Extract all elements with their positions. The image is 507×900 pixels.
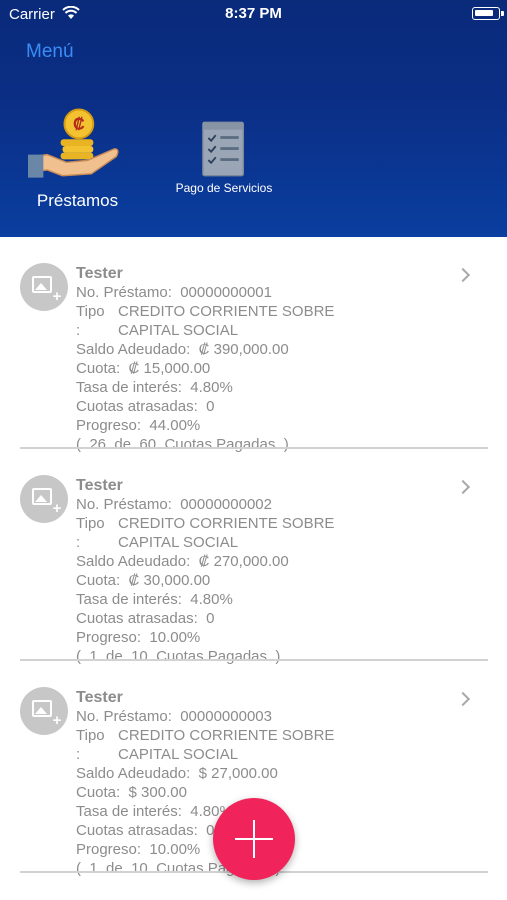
interest-value: 4.80% <box>190 379 233 396</box>
chevron-right-icon[interactable] <box>455 267 471 283</box>
balance-value: ₡ 390,000.00 <box>198 341 289 358</box>
progress-row: Progreso: 44.00% <box>76 416 456 435</box>
loan-number-row: No. Préstamo: 00000000003 <box>76 707 456 726</box>
loan-type-label: Tipo: <box>76 515 105 551</box>
avatar: + <box>20 263 68 311</box>
balance-label: Saldo Adeudado: <box>76 341 191 358</box>
avatar: + <box>20 475 68 523</box>
loan-type-value: CREDITO CORRIENTE SOBRE CAPITAL SOCIAL <box>118 515 335 551</box>
loan-type-row: Tipo: CREDITO CORRIENTE SOBRE CAPITAL SOC… <box>76 302 456 340</box>
overdue-row: Cuotas atrasadas: 0 <box>76 609 456 628</box>
loan-card[interactable]: + Tester No. Préstamo: 00000000002 Tipo:… <box>0 449 507 665</box>
loan-type-value: CREDITO CORRIENTE SOBRE CAPITAL SOCIAL <box>118 727 335 763</box>
progress-value: 10.00% <box>149 629 201 646</box>
loan-type-row: Tipo: CREDITO CORRIENTE SOBRE CAPITAL SOC… <box>76 726 456 764</box>
avatar: + <box>20 687 68 735</box>
balance-label: Saldo Adeudado: <box>76 765 191 782</box>
checklist-icon <box>202 121 245 177</box>
balance-row: Saldo Adeudado: ₡ 390,000.00 <box>76 340 456 359</box>
interest-row: Tasa de interés: 4.80% <box>76 378 456 397</box>
installment-label: Cuota: <box>76 572 121 589</box>
plus-icon: + <box>52 712 62 729</box>
image-placeholder-icon <box>32 488 52 505</box>
installment-row: Cuota: ₡ 15,000.00 <box>76 359 456 378</box>
overdue-label: Cuotas atrasadas: <box>76 822 198 839</box>
loan-number-label: No. Préstamo: <box>76 708 172 725</box>
chevron-right-icon[interactable] <box>455 691 471 707</box>
balance-row: Saldo Adeudado: ₡ 270,000.00 <box>76 552 456 571</box>
tab-pago-servicios-label: Pago de Servicios <box>175 181 273 195</box>
balance-row: Saldo Adeudado: $ 27,000.00 <box>76 764 456 783</box>
loan-number-row: No. Préstamo: 00000000002 <box>76 495 456 514</box>
loan-owner-name: Tester <box>76 265 123 282</box>
loan-number-value: 00000000002 <box>180 496 272 513</box>
loan-owner-name: Tester <box>76 689 123 706</box>
menu-button[interactable]: Menú <box>26 41 74 63</box>
overdue-label: Cuotas atrasadas: <box>76 398 198 415</box>
overdue-label: Cuotas atrasadas: <box>76 610 198 627</box>
balance-label: Saldo Adeudado: <box>76 553 191 570</box>
paid-count: 1 <box>89 860 98 877</box>
progress-value: 44.00% <box>149 417 201 434</box>
loan-details: Tester No. Préstamo: 00000000001 Tipo: C… <box>76 264 456 454</box>
image-placeholder-icon <box>32 276 52 293</box>
svg-text:₡: ₡ <box>73 116 85 134</box>
overdue-value: 0 <box>206 398 215 415</box>
interest-label: Tasa de interés: <box>76 803 182 820</box>
loan-number-value: 00000000001 <box>180 284 272 301</box>
loan-type-row: Tipo: CREDITO CORRIENTE SOBRE CAPITAL SOC… <box>76 514 456 552</box>
loan-number-label: No. Préstamo: <box>76 496 172 513</box>
app-header: Carrier 8:37 PM Menú ₡ Préstamos Pago de… <box>0 0 507 237</box>
hand-coins-icon: ₡ <box>28 108 119 178</box>
plus-icon: + <box>52 288 62 305</box>
installment-value: ₡ 30,000.00 <box>128 572 211 589</box>
chevron-right-icon[interactable] <box>455 479 471 495</box>
installment-label: Cuota: <box>76 784 121 801</box>
loan-type-label: Tipo: <box>76 303 105 339</box>
interest-value: 4.80% <box>190 591 233 608</box>
add-loan-button[interactable] <box>213 798 295 880</box>
overdue-row: Cuotas atrasadas: 0 <box>76 397 456 416</box>
interest-label: Tasa de interés: <box>76 591 182 608</box>
installment-value: ₡ 15,000.00 <box>128 360 211 377</box>
overdue-value: 0 <box>206 610 215 627</box>
status-time: 8:37 PM <box>225 5 282 22</box>
progress-label: Progreso: <box>76 629 142 646</box>
tab-prestamos-label: Préstamos <box>36 191 119 210</box>
plus-icon: + <box>52 500 62 517</box>
installment-value: $ 300.00 <box>128 784 187 801</box>
battery-icon <box>472 7 504 20</box>
loan-type-value: CREDITO CORRIENTE SOBRE CAPITAL SOCIAL <box>118 303 335 339</box>
tab-pago-servicios[interactable]: Pago de Servicios <box>165 115 283 205</box>
installment-label: Cuota: <box>76 360 121 377</box>
loan-card[interactable]: + Tester No. Préstamo: 00000000001 Tipo:… <box>0 237 507 453</box>
progress-value: 10.00% <box>149 841 201 858</box>
tab-prestamos[interactable]: ₡ Préstamos <box>25 105 130 215</box>
interest-label: Tasa de interés: <box>76 379 182 396</box>
status-bar: Carrier 8:37 PM <box>0 0 507 28</box>
total-count: 10 <box>131 860 148 877</box>
progress-label: Progreso: <box>76 841 142 858</box>
loan-number-row: No. Préstamo: 00000000001 <box>76 283 456 302</box>
progress-label: Progreso: <box>76 417 142 434</box>
balance-value: ₡ 270,000.00 <box>198 553 289 570</box>
balance-value: $ 27,000.00 <box>198 765 278 782</box>
loan-number-value: 00000000003 <box>180 708 272 725</box>
image-placeholder-icon <box>32 700 52 717</box>
loan-type-label: Tipo: <box>76 727 105 763</box>
loan-details: Tester No. Préstamo: 00000000002 Tipo: C… <box>76 476 456 666</box>
loan-number-label: No. Préstamo: <box>76 284 172 301</box>
installment-row: Cuota: ₡ 30,000.00 <box>76 571 456 590</box>
interest-row: Tasa de interés: 4.80% <box>76 590 456 609</box>
loan-owner-name: Tester <box>76 477 123 494</box>
progress-row: Progreso: 10.00% <box>76 628 456 647</box>
